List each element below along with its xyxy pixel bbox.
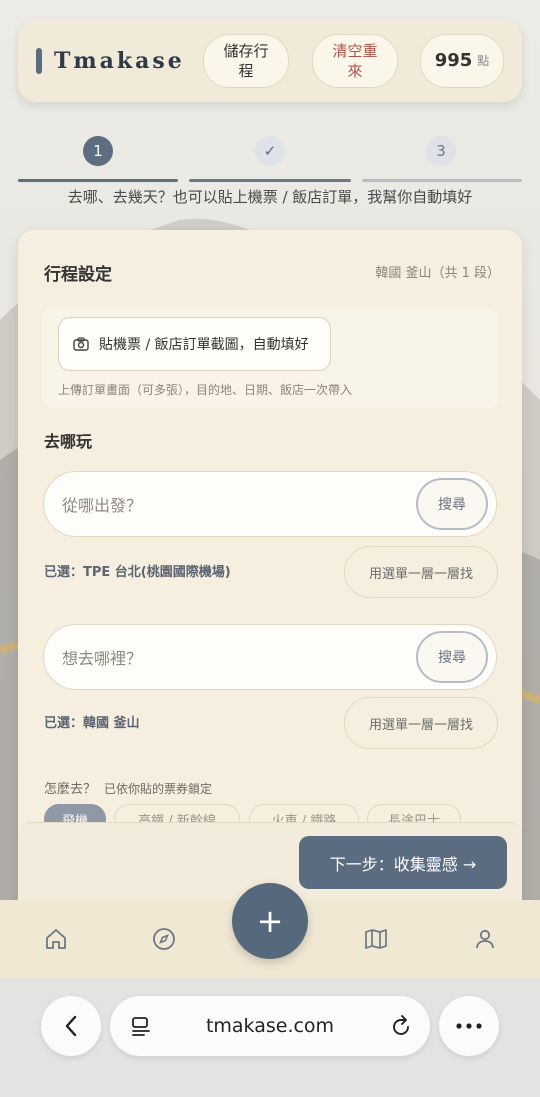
transport-label: 怎麼去？	[44, 782, 97, 797]
clear-reset-button[interactable]: 清空重來	[312, 34, 398, 88]
step-2-progress-line	[189, 179, 351, 182]
destination-menu-search-button[interactable]: 用選單一層一層找	[344, 697, 498, 749]
trip-summary: 韓國 釜山（共 1 段）	[375, 266, 500, 281]
points-unit: 點	[477, 54, 490, 68]
step-1-progress-line	[18, 179, 178, 182]
points-value: 995	[434, 50, 473, 71]
back-button[interactable]	[41, 996, 101, 1056]
step-2-check-indicator[interactable]: ✓	[255, 136, 285, 166]
origin-field: 搜尋	[43, 471, 497, 537]
step-3-indicator[interactable]: 3	[426, 136, 456, 166]
origin-menu-search-button[interactable]: 用選單一層一層找	[344, 546, 498, 598]
upload-button-label: 貼機票 / 飯店訂單截圖，自動填好	[99, 337, 309, 353]
clear-label-line1: 清空重	[332, 42, 378, 60]
home-icon[interactable]	[43, 926, 69, 952]
reload-icon[interactable]	[390, 1014, 412, 1038]
destination-field: 搜尋	[43, 624, 497, 690]
url-text: tmakase.com	[205, 1015, 335, 1037]
points-badge[interactable]: 995 點	[420, 34, 504, 88]
transport-heading: 怎麼去？ 已依你貼的票券鎖定	[44, 778, 212, 797]
brand-logo: Tmakase	[54, 48, 185, 74]
card-title: 行程設定	[44, 265, 112, 285]
next-step-button[interactable]: 下一步：收集靈感 →	[299, 836, 507, 889]
save-trip-button[interactable]: 儲存行程	[203, 34, 289, 88]
destination-selected: 已選：韓國 釜山	[44, 716, 140, 731]
brand-accent-bar	[36, 48, 42, 74]
profile-icon[interactable]	[472, 926, 498, 952]
camera-icon	[73, 337, 89, 351]
save-label-line1: 儲存行	[223, 42, 269, 60]
upload-screenshot-button[interactable]: 貼機票 / 飯店訂單截圖，自動填好	[58, 317, 331, 371]
section-where-title: 去哪玩	[44, 432, 93, 451]
chevron-left-icon	[65, 1015, 77, 1037]
app-header: Tmakase 儲存行程 清空重來 995 點	[18, 20, 522, 102]
map-icon[interactable]	[363, 926, 389, 952]
upload-note: 上傳訂單畫面（可多張），目的地、日期、飯店一次帶入	[58, 383, 353, 397]
step-hint-text: 去哪、去幾天？也可以貼上機票 / 飯店訂單，我幫你自動填好	[67, 188, 473, 206]
step-1-indicator[interactable]: 1	[83, 136, 113, 166]
origin-selected: 已選：TPE 台北(桃園國際機場)	[44, 565, 231, 580]
step-3-progress-line	[362, 179, 522, 182]
compass-icon[interactable]	[151, 926, 177, 952]
destination-search-button[interactable]: 搜尋	[416, 631, 488, 683]
clear-label-line2: 來	[347, 62, 363, 80]
add-fab-button[interactable]: +	[232, 883, 308, 959]
origin-search-button[interactable]: 搜尋	[416, 478, 488, 530]
save-label-line2: 程	[238, 62, 254, 80]
address-bar[interactable]: tmakase.com	[110, 996, 430, 1056]
origin-input[interactable]	[62, 488, 392, 522]
more-dots-icon	[456, 1023, 482, 1029]
more-options-button[interactable]	[439, 996, 499, 1056]
destination-input[interactable]	[62, 641, 392, 675]
transport-lock-note: 已依你貼的票券鎖定	[104, 782, 213, 796]
